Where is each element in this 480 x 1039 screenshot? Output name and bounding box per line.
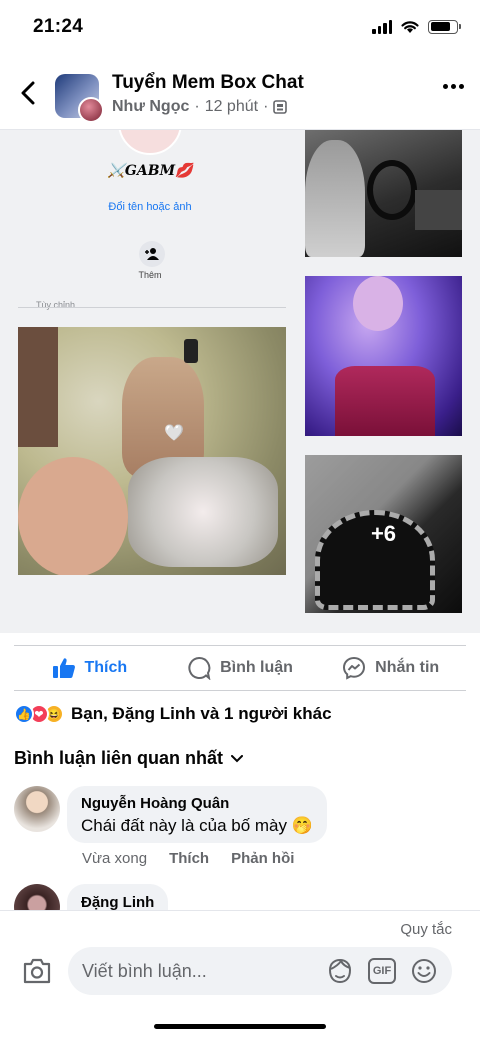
chat-avatar [118, 130, 182, 155]
comment-time: Vừa xong [82, 850, 148, 867]
message-button[interactable]: Nhắn tin [315, 656, 466, 680]
status-icons [372, 19, 461, 34]
meta-separator-2: · [263, 98, 269, 115]
composer-icons: GIF [326, 957, 438, 985]
heart-icon: 🤍 [164, 425, 184, 442]
chat-name: ⚔️GABM💋 [107, 163, 193, 179]
status-time: 21:24 [33, 16, 84, 37]
signal-icon [372, 19, 392, 34]
emoji-icon[interactable] [410, 957, 438, 985]
post-time[interactable]: 12 phút [205, 98, 258, 116]
chevron-down-icon [231, 754, 243, 762]
photo-2[interactable] [305, 130, 462, 257]
divider [18, 307, 286, 308]
status-bar: 21:24 [0, 0, 480, 58]
camera-icon [23, 958, 51, 984]
more-options-button[interactable] [443, 84, 464, 89]
more-photos-count: +6 [370, 521, 397, 546]
post-media: ⚔️GABM💋 Đổi tên hoặc ảnh Thêm Tùy chỉnh … [0, 130, 480, 633]
group-avatar[interactable] [55, 74, 104, 123]
comment-like-button[interactable]: Thích [169, 850, 209, 867]
reactions-text: Bạn, Đặng Linh và 1 người khác [71, 704, 332, 723]
post-meta: Như Ngọc · 12 phút · [112, 98, 288, 116]
gif-button[interactable]: GIF [368, 958, 396, 984]
comment-actions: Vừa xong Thích Phản hồi [82, 850, 294, 867]
camera-button[interactable] [22, 957, 52, 985]
commenter-name-2[interactable]: Đặng Linh [81, 894, 154, 911]
photo-more[interactable]: +6 [305, 455, 462, 613]
message-label: Nhắn tin [375, 659, 440, 676]
comment-bubble: Nguyễn Hoàng Quân Chái đất này là của bố… [67, 786, 327, 843]
avatar-sticker-icon[interactable] [326, 957, 354, 985]
thumbs-up-icon [52, 658, 75, 678]
chat-profile-card: ⚔️GABM💋 Đổi tên hoặc ảnh Thêm Tùy chỉnh [0, 130, 300, 315]
add-label: Thêm [138, 270, 162, 280]
post-header: Tuyển Mem Box Chat Như Ngọc · 12 phút · [0, 58, 480, 130]
meta-separator: · [194, 98, 200, 115]
rename-link: Đổi tên hoặc ảnh [108, 201, 192, 213]
rules-link[interactable]: Quy tắc [400, 921, 452, 938]
comment-text: Chái đất này là của bố mày 🤭 [81, 816, 313, 835]
chevron-left-icon [21, 81, 35, 105]
author-name[interactable]: Như Ngọc [112, 98, 189, 116]
like-reaction-icon: 👍 [14, 704, 34, 724]
group-name[interactable]: Tuyển Mem Box Chat [112, 72, 304, 94]
like-label: Thích [84, 659, 128, 676]
battery-icon [428, 19, 461, 34]
reaction-icons: 👍 ❤ 😆 [14, 704, 64, 724]
commenter-avatar[interactable] [14, 786, 60, 832]
photo-3[interactable] [305, 276, 462, 436]
comment-composer: Quy tắc GIF [0, 910, 480, 1039]
comment-icon [188, 656, 211, 680]
author-avatar[interactable] [78, 97, 104, 123]
reactions-summary[interactable]: 👍 ❤ 😆 Bạn, Đặng Linh và 1 người khác [14, 704, 332, 724]
comment-sort-dropdown[interactable]: Bình luận liên quan nhất [14, 748, 243, 769]
comment-label: Bình luận [220, 659, 293, 676]
customize-label: Tùy chỉnh [36, 300, 76, 310]
photo-main[interactable]: 🤍 [18, 327, 286, 575]
commenter-name[interactable]: Nguyễn Hoàng Quân [81, 795, 313, 812]
home-indicator [154, 1024, 326, 1029]
comment-button[interactable]: Bình luận [165, 656, 316, 680]
messenger-icon [343, 656, 366, 680]
back-button[interactable] [14, 78, 42, 108]
like-button[interactable]: Thích [14, 657, 165, 679]
sort-label: Bình luận liên quan nhất [14, 748, 223, 768]
comment-reply-button[interactable]: Phản hồi [231, 850, 294, 867]
wifi-icon [401, 21, 419, 33]
group-privacy-icon [273, 100, 288, 114]
post-action-bar: Thích Bình luận Nhắn tin [14, 645, 466, 691]
add-person-icon [139, 241, 165, 267]
